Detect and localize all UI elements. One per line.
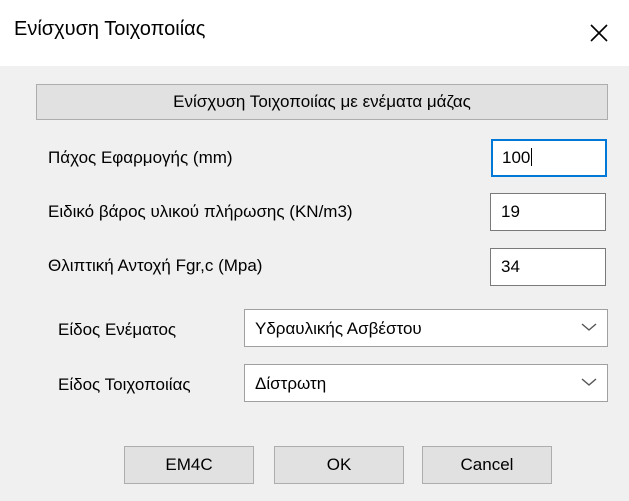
cancel-button[interactable]: Cancel bbox=[422, 446, 552, 484]
thickness-label: Πάχος Εφαρμογής (mm) bbox=[48, 148, 233, 167]
compressive-strength-label: Θλιπτική Αντοχή Fgr,c (Mpa) bbox=[48, 256, 263, 275]
ok-button[interactable]: OK bbox=[274, 446, 404, 484]
chevron-down-icon bbox=[581, 323, 597, 331]
specific-weight-label: Ειδικό βάρος υλικού πλήρωσης (KN/m3) bbox=[48, 202, 353, 221]
close-button[interactable] bbox=[569, 0, 629, 66]
grout-type-select[interactable]: Υδραυλικής Ασβέστου bbox=[244, 309, 608, 347]
masonry-type-label: Είδος Τοιχοποιίας bbox=[58, 375, 191, 394]
grouting-banner-button[interactable]: Ενίσχυση Τοιχοποιίας με ενέματα μάζας bbox=[36, 84, 608, 120]
title-bar: Ενίσχυση Τοιχοποιίας bbox=[0, 0, 629, 66]
masonry-type-select[interactable]: Δίστρωτη bbox=[244, 364, 608, 402]
specific-weight-input[interactable]: 19 bbox=[490, 193, 606, 231]
grout-type-label: Είδος Ενέματος bbox=[58, 320, 177, 339]
close-icon bbox=[590, 24, 608, 42]
dialog-body: Ενίσχυση Τοιχοποιίας με ενέματα μάζας Πά… bbox=[0, 66, 629, 501]
chevron-down-icon bbox=[581, 378, 597, 386]
window-title: Ενίσχυση Τοιχοποιίας bbox=[14, 18, 206, 40]
grout-type-value: Υδραυλικής Ασβέστου bbox=[255, 319, 422, 338]
thickness-input[interactable]: 100 bbox=[491, 139, 607, 177]
text-caret bbox=[531, 148, 533, 166]
em4c-button[interactable]: EM4C bbox=[124, 446, 254, 484]
masonry-type-value: Δίστρωτη bbox=[255, 374, 327, 393]
compressive-strength-input[interactable]: 34 bbox=[490, 248, 606, 286]
